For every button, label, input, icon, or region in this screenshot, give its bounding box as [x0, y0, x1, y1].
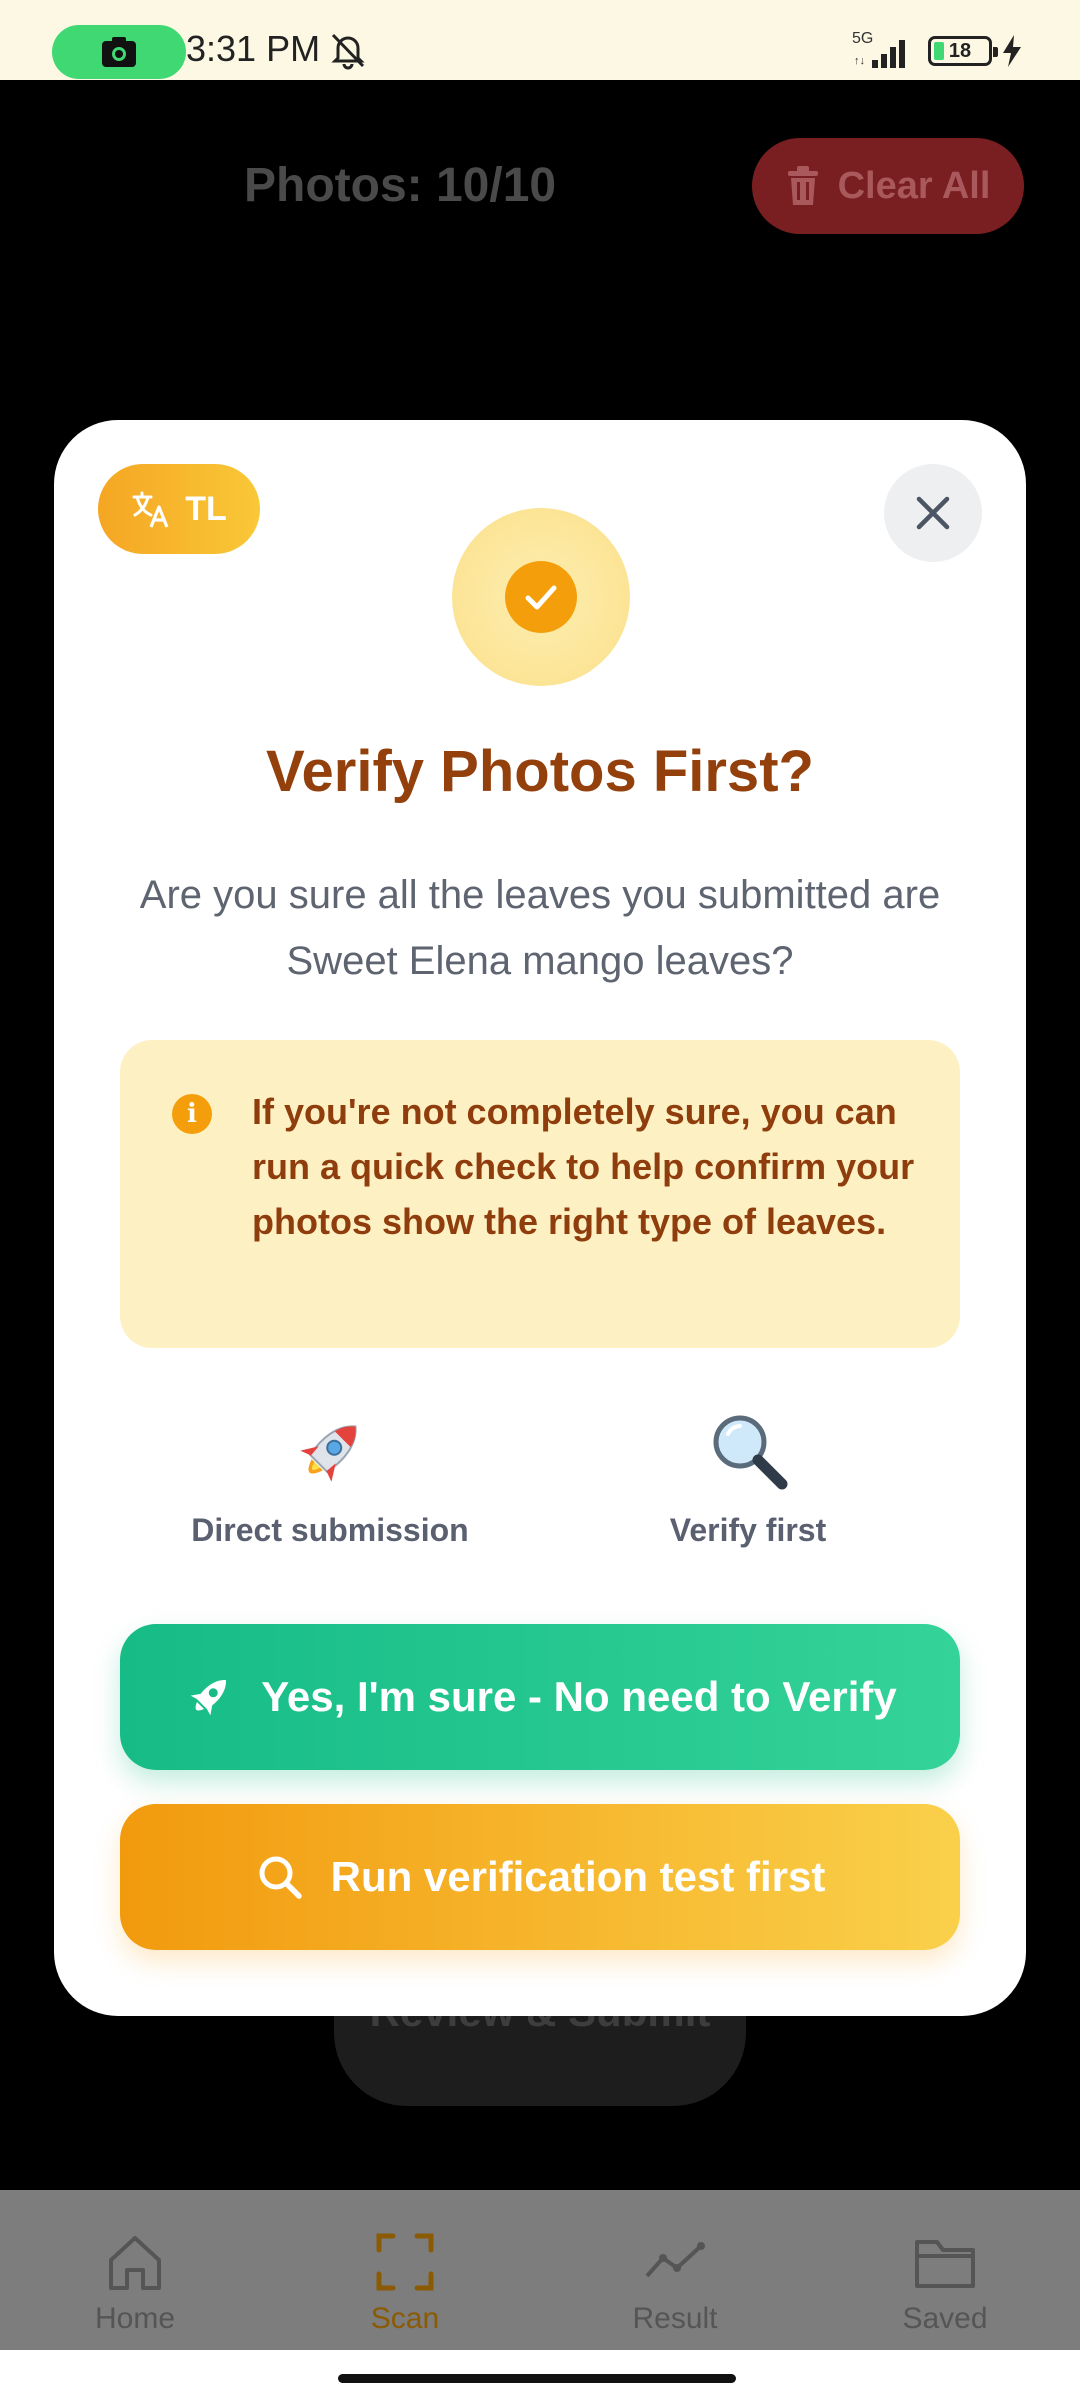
screen-recording-indicator[interactable] [52, 25, 186, 79]
option-direct-label: Direct submission [191, 1512, 469, 1548]
close-button[interactable] [884, 464, 982, 562]
svg-text:↑↓: ↑↓ [854, 55, 865, 67]
signal-icon: ↑↓ [854, 40, 905, 68]
option-verify-label: Verify first [669, 1512, 827, 1548]
language-label: TL [185, 489, 227, 528]
nav-item-home[interactable]: Home [0, 2190, 270, 2350]
nav-label-saved: Saved [902, 2302, 988, 2335]
bell-off-icon [331, 33, 365, 70]
close-icon [916, 496, 950, 530]
trend-icon [645, 2242, 705, 2278]
dialog-question: Are you sure all the leaves you submitte… [139, 873, 941, 983]
status-time: 3:31 PM [186, 28, 321, 69]
confirm-button-label: Yes, I'm sure - No need to Verify [261, 1673, 897, 1720]
translate-icon [132, 491, 169, 528]
clear-all-button[interactable]: Clear All [752, 138, 1024, 234]
checkmark-icon [505, 561, 577, 633]
camera-icon [102, 37, 136, 67]
dialog-title: Verify Photos First? [266, 739, 814, 804]
rocket-icon [300, 1425, 357, 1482]
nav-item-result[interactable]: Result [540, 2190, 810, 2350]
nav-label-home: Home [94, 2302, 176, 2335]
option-verify-first: Verify first [578, 1410, 918, 1549]
verify-dialog: TL Verify Photos First? Are you sure all… [54, 420, 1026, 2016]
info-text: If you're not completely sure, you can r… [252, 1091, 915, 1242]
trash-icon [787, 166, 818, 205]
search-icon [259, 1856, 302, 1899]
run-verification-label: Run verification test first [330, 1853, 826, 1900]
nav-label-scan: Scan [370, 2302, 440, 2335]
option-direct-submission: Direct submission [160, 1410, 500, 1549]
home-icon [109, 2236, 161, 2290]
nav-item-saved[interactable]: Saved [810, 2190, 1080, 2350]
language-toggle-button[interactable]: TL [98, 464, 260, 554]
home-indicator[interactable] [338, 2374, 736, 2383]
clear-all-label: Clear All [837, 164, 991, 207]
magnifier-icon [713, 1415, 788, 1490]
app-screen: 3:31 PM 5G ↑↓ 18 Photos: 10/10 Clear All… [0, 0, 1080, 2400]
nav-label-result: Result [632, 2302, 718, 2335]
info-callout: i If you're not completely sure, you can… [120, 1040, 960, 1348]
folder-icon [915, 2240, 975, 2288]
success-badge [452, 508, 630, 686]
run-verification-button[interactable]: Run verification test first [120, 1804, 960, 1950]
photos-count: Photos: 10/10 [244, 159, 557, 212]
scan-icon [376, 2233, 434, 2291]
status-bar: 3:31 PM 5G ↑↓ 18 [0, 0, 1080, 80]
confirm-no-verify-button[interactable]: Yes, I'm sure - No need to Verify [120, 1624, 960, 1770]
rocket-icon [190, 1680, 227, 1716]
battery-icon: 18 [928, 36, 998, 66]
bottom-nav: Home Scan Result Saved [0, 2190, 1080, 2350]
charging-icon [1003, 35, 1021, 67]
nav-item-scan[interactable]: Scan [270, 2190, 540, 2350]
battery-level: 18 [948, 39, 972, 62]
info-icon: i [172, 1094, 212, 1134]
